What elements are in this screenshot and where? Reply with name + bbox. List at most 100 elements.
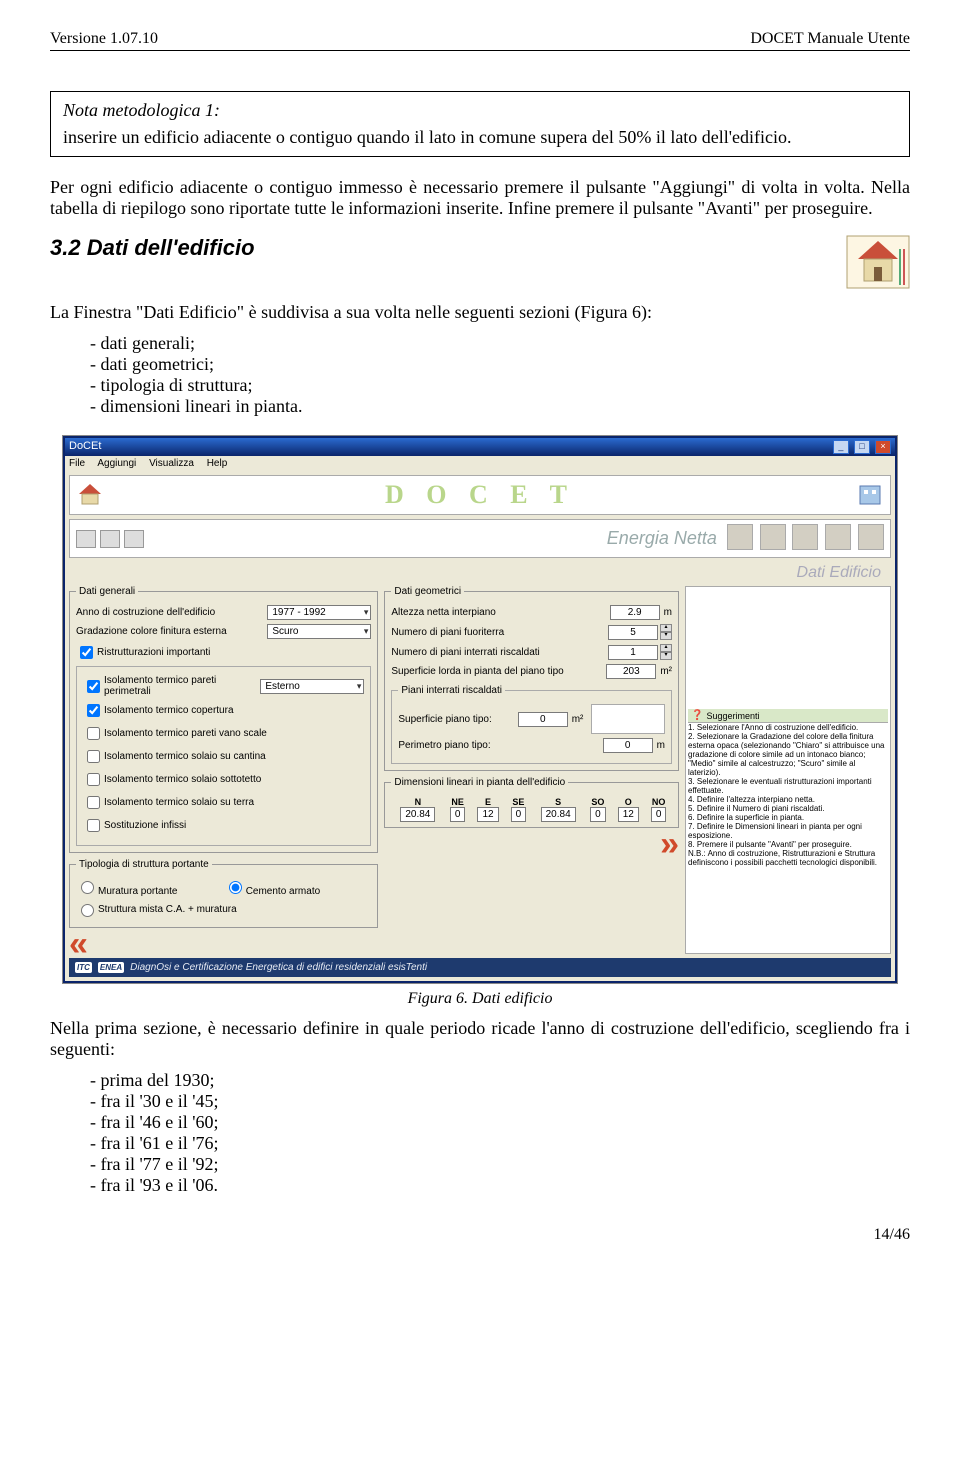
legend-dimensioni: Dimensioni lineari in pianta dell'edific… [391, 777, 568, 788]
suggestion-item: 1. Selezionare l'Anno di costruzione del… [688, 723, 888, 732]
close-button[interactable]: × [875, 440, 891, 454]
periods-list: prima del 1930; fra il '30 e il '45; fra… [50, 1070, 910, 1196]
input-altezza[interactable]: 2.9 [610, 605, 660, 620]
suggestion-item: 8. Premere il pulsante "Avanti" per pros… [688, 840, 888, 849]
tab-icon[interactable] [76, 530, 96, 548]
radio-cemento[interactable] [229, 881, 242, 894]
module-icon[interactable] [858, 524, 884, 550]
maximize-button[interactable]: □ [854, 440, 870, 454]
dim-input[interactable]: 0 [511, 807, 527, 822]
menu-aggiungi[interactable]: Aggiungi [97, 458, 136, 469]
unit-m: m [664, 607, 672, 618]
suggestion-item: 7. Definire le Dimensioni lineari in pia… [688, 822, 888, 840]
legend-piani: Piani interrati riscaldati [398, 685, 505, 696]
chk-iso-cantina[interactable] [87, 750, 100, 763]
label-mista: Struttura mista C.A. + muratura [98, 904, 237, 915]
dim-input[interactable]: 0 [590, 807, 606, 822]
app-home-icon[interactable] [76, 482, 104, 509]
footer-logo-itc: ITC [75, 962, 92, 973]
menubar: File Aggiungi Visualizza Help [65, 456, 895, 471]
prev-button[interactable]: « [69, 934, 88, 954]
menu-help[interactable]: Help [207, 458, 228, 469]
methodology-note: Nota metodologica 1: inserire un edifici… [50, 91, 910, 157]
tab-row: Energia Netta [69, 519, 891, 558]
chk-iso-terra[interactable] [87, 796, 100, 809]
label-iso-sottotetto: Isolamento termico solaio sottotetto [104, 774, 261, 785]
label-cemento: Cemento armato [246, 886, 320, 897]
module-icon[interactable] [760, 524, 786, 550]
dimensions-table: N NE E SE S SO O NO 20.84 0 12 [391, 796, 672, 821]
suggestions-title: Suggerimenti [706, 711, 759, 721]
chk-iso-copertura[interactable] [87, 704, 100, 717]
page-header: Versione 1.07.10 DOCET Manuale Utente [50, 30, 910, 51]
list-item: fra il '46 e il '60; [90, 1112, 910, 1133]
label-iso-copertura: Isolamento termico copertura [104, 705, 234, 716]
piani-listbox[interactable] [591, 704, 665, 734]
suggestion-item: N.B.: Anno di costruzione, Ristrutturazi… [688, 849, 888, 867]
chk-infissi[interactable] [87, 819, 100, 832]
list-item: fra il '30 e il '45; [90, 1091, 910, 1112]
select-gradazione[interactable]: Scuro [267, 624, 371, 639]
chk-iso-scale[interactable] [87, 727, 100, 740]
fieldset-dimensioni: Dimensioni lineari in pianta dell'edific… [384, 777, 679, 828]
note-body: inserire un edificio adiacente o contigu… [63, 127, 897, 148]
next-button[interactable]: » [660, 834, 679, 854]
dim-input[interactable]: 12 [477, 807, 498, 822]
label-anno: Anno di costruzione dell'edificio [76, 607, 267, 618]
minimize-button[interactable]: _ [833, 440, 849, 454]
module-icon[interactable] [825, 524, 851, 550]
radio-mista[interactable] [81, 904, 94, 917]
legend-generali: Dati generali [76, 586, 138, 597]
dim-input[interactable]: 20.84 [400, 807, 435, 822]
radio-muratura[interactable] [81, 881, 94, 894]
select-anno[interactable]: 1977 - 1992 [267, 605, 371, 620]
input-piani-ft[interactable]: 5 [608, 625, 658, 640]
sections-list: dati generali; dati geometrici; tipologi… [50, 333, 910, 417]
label-ristrutturazioni: Ristrutturazioni importanti [97, 647, 210, 658]
module-icon[interactable] [792, 524, 818, 550]
page-number: 14/46 [50, 1226, 910, 1244]
checkbox-ristrutturazioni[interactable] [80, 646, 93, 659]
list-item: prima del 1930; [90, 1070, 910, 1091]
label-infissi: Sostituzione infissi [104, 820, 186, 831]
fieldset-geometrici: Dati geometrici Altezza netta interpiano… [384, 586, 679, 771]
footer-logo-enea: ENEA [98, 962, 124, 973]
label-piani-ft: Numero di piani fuoriterra [391, 627, 608, 638]
unit-m2: m² [660, 666, 672, 677]
tab-icon[interactable] [124, 530, 144, 548]
input-piani-int[interactable]: 1 [608, 645, 658, 660]
label-iso-scale: Isolamento termico pareti vano scale [104, 728, 267, 739]
tab-label: Energia Netta [148, 528, 723, 549]
spinner-piani-int[interactable]: ▴▾ [660, 644, 672, 660]
fieldset-generali: Dati generali Anno di costruzione dell'e… [69, 586, 378, 853]
figure-caption: Figura 6. Dati edificio [50, 990, 910, 1008]
chk-iso-sottotetto[interactable] [87, 773, 100, 786]
label-gradazione: Gradazione colore finitura esterna [76, 626, 267, 637]
section-heading: 3.2 Dati dell'edificio [50, 235, 255, 261]
suggestion-item: 6. Definire la superficie in pianta. [688, 813, 888, 822]
select-esterno[interactable]: Esterno [260, 679, 364, 694]
chk-iso-pareti[interactable] [87, 680, 100, 693]
suggestions-panel: ❓ Suggerimenti 1. Selezionare l'Anno di … [685, 586, 891, 954]
menu-file[interactable]: File [69, 458, 85, 469]
menu-visualizza[interactable]: Visualizza [149, 458, 194, 469]
label-per-tipo: Perimetro piano tipo: [398, 740, 602, 751]
dim-input[interactable]: 0 [450, 807, 466, 822]
unit-m: m [657, 740, 665, 751]
dim-input[interactable]: 12 [618, 807, 639, 822]
input-per-tipo[interactable]: 0 [603, 738, 653, 753]
app-building-icon[interactable] [856, 482, 884, 509]
window-title: DoCEt [69, 440, 101, 454]
titlebar[interactable]: DoCEt _ □ × [65, 438, 895, 456]
spinner-piani-ft[interactable]: ▴▾ [660, 624, 672, 640]
module-icon[interactable] [727, 524, 753, 550]
input-sup-lorda[interactable]: 203 [606, 664, 656, 679]
dim-input[interactable]: 0 [651, 807, 667, 822]
dim-input[interactable]: 20.84 [541, 807, 576, 822]
label-altezza: Altezza netta interpiano [391, 607, 609, 618]
tab-icon[interactable] [100, 530, 120, 548]
input-sup-tipo[interactable]: 0 [518, 712, 568, 727]
app-footer: ITC ENEA DiagnOsi e Certificazione Energ… [69, 958, 891, 977]
header-version: Versione 1.07.10 [50, 30, 158, 48]
header-doc: DOCET Manuale Utente [750, 30, 910, 48]
